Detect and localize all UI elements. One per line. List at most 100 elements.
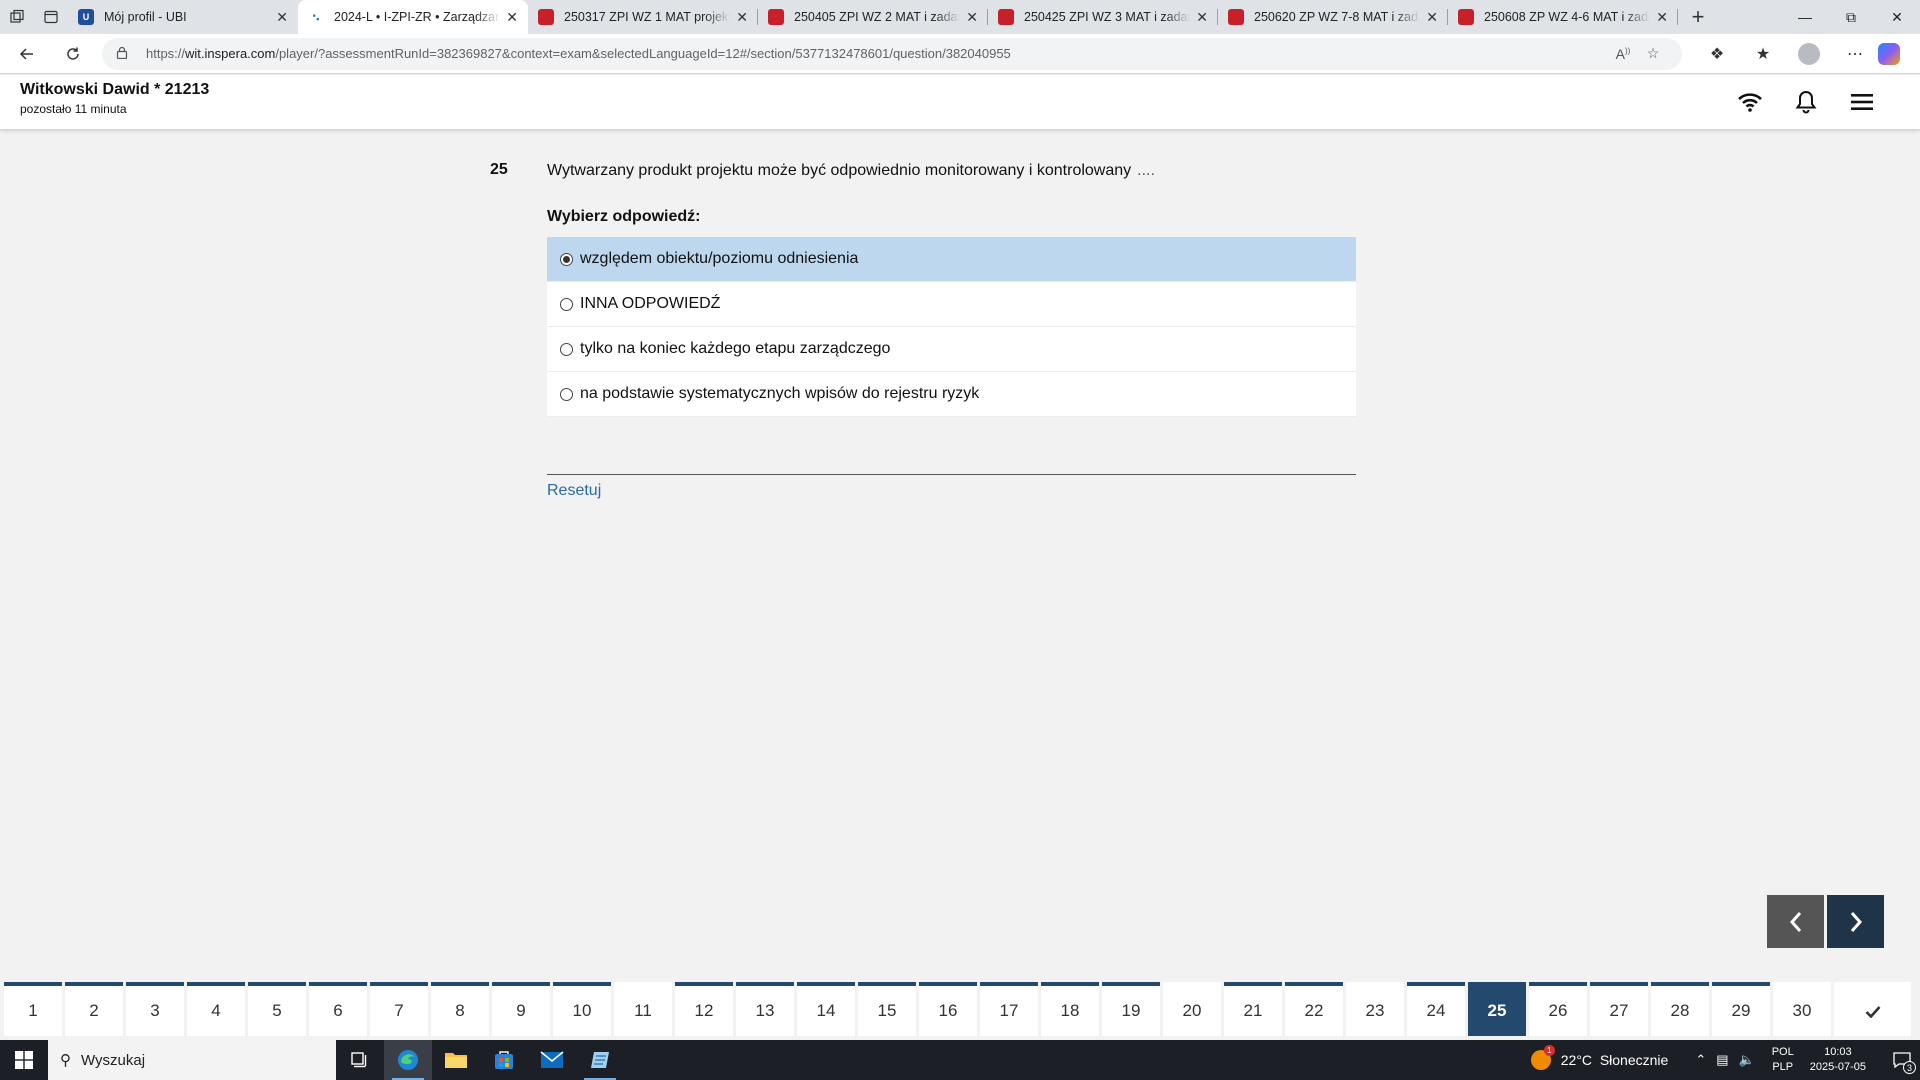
browser-tab-title: 250608 ZP WZ 4-6 MAT i zadan xyxy=(1484,10,1651,24)
question-nav-item[interactable]: 18 xyxy=(1041,982,1099,1036)
question-nav-item[interactable]: 25 xyxy=(1468,982,1526,1036)
network-icon[interactable]: ▤ xyxy=(1716,1052,1728,1068)
previous-question-button[interactable] xyxy=(1767,895,1824,948)
question-nav-item[interactable]: 5 xyxy=(248,982,306,1036)
task-view-icon[interactable] xyxy=(336,1040,384,1080)
more-menu-icon[interactable]: ⋯ xyxy=(1832,38,1878,70)
radio-button[interactable] xyxy=(560,252,573,266)
radio-button[interactable] xyxy=(560,342,573,356)
question-nav-item[interactable]: 22 xyxy=(1285,982,1343,1036)
question-nav-item[interactable]: 30 xyxy=(1773,982,1831,1036)
question-nav-item[interactable]: 10 xyxy=(553,982,611,1036)
browser-tab[interactable]: ⠢ 2024-L • I-ZPI-ZR • Zarządzanie ✕ xyxy=(298,0,528,34)
browser-tab[interactable]: 250425 ZPI WZ 3 MAT i zadania ✕ xyxy=(988,0,1218,34)
search-icon: ⚲ xyxy=(60,1052,71,1069)
finish-check-icon[interactable] xyxy=(1834,982,1911,1036)
language-indicator[interactable]: POL PLP xyxy=(1772,1045,1794,1075)
question-nav-item[interactable]: 29 xyxy=(1712,982,1770,1036)
reset-link[interactable]: Resetuj xyxy=(547,482,601,500)
url-field[interactable]: https://wit.inspera.com/player/?assessme… xyxy=(102,37,1682,70)
question-nav-item[interactable]: 3 xyxy=(126,982,184,1036)
clock[interactable]: 10:03 2025-07-05 xyxy=(1810,1045,1866,1075)
microsoft-store-icon[interactable] xyxy=(480,1040,528,1080)
question-nav-item[interactable]: 28 xyxy=(1651,982,1709,1036)
question-nav-item[interactable]: 15 xyxy=(858,982,916,1036)
taskbar-search[interactable]: ⚲ Wyszukaj xyxy=(48,1040,336,1080)
restore-button[interactable]: ⧉ xyxy=(1828,0,1874,34)
close-tab-icon[interactable]: ✕ xyxy=(966,9,978,26)
question-nav-item[interactable]: 26 xyxy=(1529,982,1587,1036)
candidate-name: Witkowski Dawid * 21213 xyxy=(20,81,210,98)
weather-widget[interactable]: 1 22°C Słonecznie xyxy=(1530,1045,1668,1070)
pdf-favicon-icon xyxy=(768,9,784,25)
close-tab-icon[interactable]: ✕ xyxy=(1196,9,1208,26)
hamburger-menu-icon[interactable] xyxy=(1834,87,1890,117)
volume-icon[interactable]: 🔈 xyxy=(1739,1052,1755,1068)
pdf-favicon-icon xyxy=(1458,9,1474,25)
edge-browser-icon[interactable] xyxy=(384,1040,432,1080)
next-question-button[interactable] xyxy=(1827,895,1884,948)
browser-tab[interactable]: U Mój profil - UBI ✕ xyxy=(68,0,298,34)
browser-tab[interactable]: 250405 ZPI WZ 2 MAT i zadania ✕ xyxy=(758,0,988,34)
question-nav-item[interactable]: 11 xyxy=(614,982,672,1036)
close-tab-icon[interactable]: ✕ xyxy=(1426,9,1438,26)
notes-app-icon[interactable] xyxy=(576,1040,624,1080)
answer-option[interactable]: tylko na koniec każdego etapu zarządczeg… xyxy=(547,327,1356,372)
question-nav-item[interactable]: 7 xyxy=(370,982,428,1036)
notification-center-icon[interactable]: 3 xyxy=(1884,1040,1920,1080)
favorites-icon[interactable]: ★ xyxy=(1740,38,1786,70)
close-tab-icon[interactable]: ✕ xyxy=(1656,9,1668,26)
close-tab-icon[interactable]: ✕ xyxy=(736,9,748,26)
language-code: POL xyxy=(1771,1046,1794,1058)
mail-icon[interactable] xyxy=(528,1040,576,1080)
bell-icon[interactable] xyxy=(1778,87,1834,117)
back-button[interactable] xyxy=(8,38,46,70)
file-explorer-icon[interactable] xyxy=(432,1040,480,1080)
reload-button[interactable] xyxy=(54,38,92,70)
question-nav-item[interactable]: 20 xyxy=(1163,982,1221,1036)
chevron-up-icon[interactable]: ⌃ xyxy=(1695,1052,1706,1068)
question-nav-item[interactable]: 27 xyxy=(1590,982,1648,1036)
question-nav-item[interactable]: 16 xyxy=(919,982,977,1036)
minimize-button[interactable]: — xyxy=(1782,0,1828,34)
wifi-icon[interactable] xyxy=(1722,87,1778,117)
browser-tab[interactable]: 250608 ZP WZ 4-6 MAT i zadan ✕ xyxy=(1448,0,1678,34)
question-nav-item[interactable]: 9 xyxy=(492,982,550,1036)
new-tab-button[interactable]: + xyxy=(1678,0,1718,34)
browser-tab[interactable]: 250317 ZPI WZ 1 MAT projekty ✕ xyxy=(528,0,758,34)
question-nav-item[interactable]: 19 xyxy=(1102,982,1160,1036)
question-nav-item[interactable]: 24 xyxy=(1407,982,1465,1036)
favorite-star-icon[interactable]: ☆ xyxy=(1638,45,1668,62)
profile-avatar[interactable] xyxy=(1798,42,1820,65)
windows-start-icon[interactable] xyxy=(0,1040,48,1080)
question-nav-item[interactable]: 13 xyxy=(736,982,794,1036)
question-nav-item[interactable]: 4 xyxy=(187,982,245,1036)
answer-option-label: tylko na koniec każdego etapu zarządczeg… xyxy=(580,340,891,357)
copilot-icon[interactable] xyxy=(1878,42,1900,65)
question-nav-item[interactable]: 23 xyxy=(1346,982,1404,1036)
tab-actions-icon[interactable] xyxy=(34,0,68,34)
answer-option[interactable]: na podstawie systematycznych wpisów do r… xyxy=(547,372,1356,417)
question-nav-item[interactable]: 1 xyxy=(4,982,62,1036)
question-nav-item[interactable]: 8 xyxy=(431,982,489,1036)
question-nav-item[interactable]: 17 xyxy=(980,982,1038,1036)
answer-option[interactable]: względem obiektu/poziomu odniesienia xyxy=(547,237,1356,282)
lock-icon[interactable] xyxy=(116,46,138,62)
close-tab-icon[interactable]: ✕ xyxy=(276,9,288,26)
question-nav-item[interactable]: 14 xyxy=(797,982,855,1036)
question-nav-item[interactable]: 21 xyxy=(1224,982,1282,1036)
answer-option[interactable]: INNA ODPOWIEDŹ xyxy=(547,282,1356,327)
radio-button[interactable] xyxy=(560,297,573,311)
question-nav-item[interactable]: 12 xyxy=(675,982,733,1036)
read-aloud-icon[interactable]: A)) xyxy=(1608,46,1638,62)
workspaces-icon[interactable] xyxy=(0,0,34,34)
browser-tab[interactable]: 250620 ZP WZ 7-8 MAT i zadan ✕ xyxy=(1218,0,1448,34)
inspera-favicon-icon: ⠢ xyxy=(311,10,321,24)
question-nav-item[interactable]: 2 xyxy=(65,982,123,1036)
question-nav-item[interactable]: 6 xyxy=(309,982,367,1036)
radio-button[interactable] xyxy=(560,387,573,401)
close-tab-icon[interactable]: ✕ xyxy=(506,9,518,26)
chevron-left-icon xyxy=(1789,911,1801,932)
extensions-icon[interactable]: ❖ xyxy=(1694,38,1740,70)
close-window-button[interactable]: ✕ xyxy=(1874,0,1920,34)
